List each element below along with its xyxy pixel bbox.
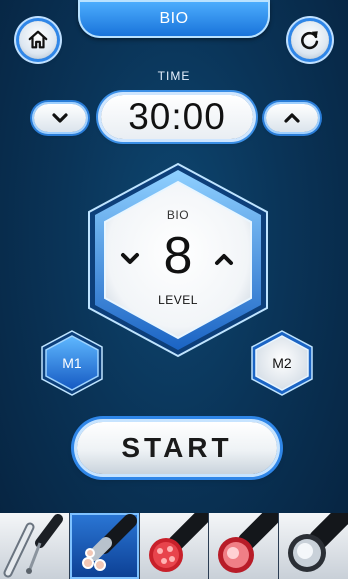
time-value: 30:00 <box>128 96 226 137</box>
cool-handpiece-icon <box>288 513 348 572</box>
rf-handpiece-icon <box>218 513 279 573</box>
refresh-icon <box>301 31 319 50</box>
m1-label: M1 <box>62 355 82 371</box>
level-mode-label: BIO <box>166 208 190 222</box>
chevron-down-icon <box>52 113 68 123</box>
level-hexagon: BIO 8 LEVEL <box>85 162 271 358</box>
m2-label: M2 <box>272 355 292 371</box>
mode-title: BIO <box>159 10 189 27</box>
refresh-button[interactable] <box>291 21 329 59</box>
chevron-up-icon <box>215 254 233 265</box>
mode-m1-button[interactable]: M1 <box>38 329 106 397</box>
start-label: START <box>121 432 233 463</box>
home-button[interactable] <box>19 21 57 59</box>
wand-probe-icon <box>3 514 63 578</box>
level-value: 8 <box>163 227 193 285</box>
tool-red-led-handpiece[interactable] <box>139 513 210 579</box>
tool-wand-probe[interactable] <box>0 513 70 579</box>
handpiece-selector <box>0 513 348 579</box>
time-increase-button[interactable] <box>266 104 318 132</box>
tool-rf-handpiece[interactable] <box>209 513 280 579</box>
level-increase-button[interactable] <box>213 250 235 273</box>
time-label: TIME <box>157 69 191 83</box>
start-button[interactable]: START <box>77 422 277 474</box>
red-led-handpiece-icon <box>148 513 209 572</box>
chevron-up-icon <box>284 113 300 123</box>
tool-cool-handpiece[interactable] <box>279 513 348 579</box>
time-decrease-button[interactable] <box>34 104 86 132</box>
level-unit-label: LEVEL <box>158 293 198 307</box>
time-display: 30:00 <box>101 95 253 139</box>
bio-handpiece-icon <box>81 514 137 571</box>
mode-m2-button[interactable]: M2 <box>248 329 316 397</box>
home-icon <box>28 30 48 49</box>
mode-title-tab: BIO <box>78 0 270 38</box>
tool-bio-handpiece[interactable] <box>69 513 140 579</box>
